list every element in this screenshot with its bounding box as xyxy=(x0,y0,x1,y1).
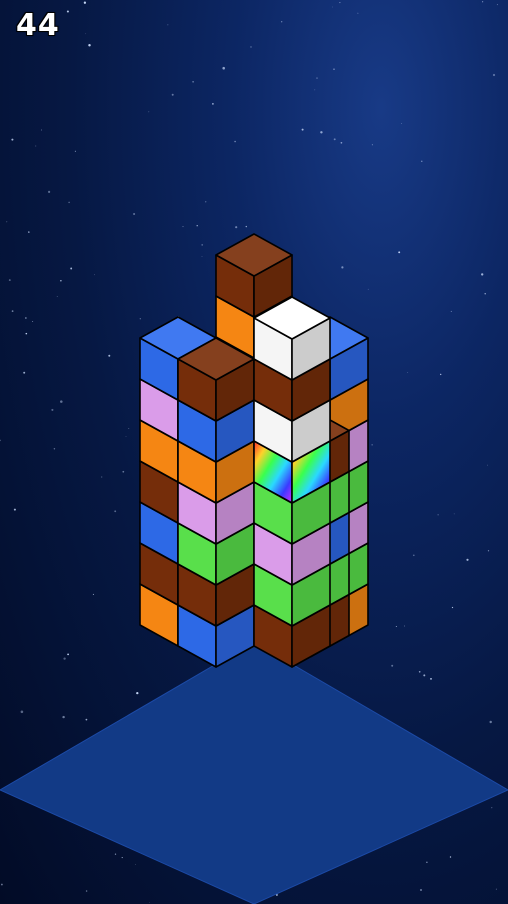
game-board[interactable] xyxy=(0,0,508,904)
base-platform xyxy=(0,641,508,904)
score-counter: 44 xyxy=(16,8,60,43)
